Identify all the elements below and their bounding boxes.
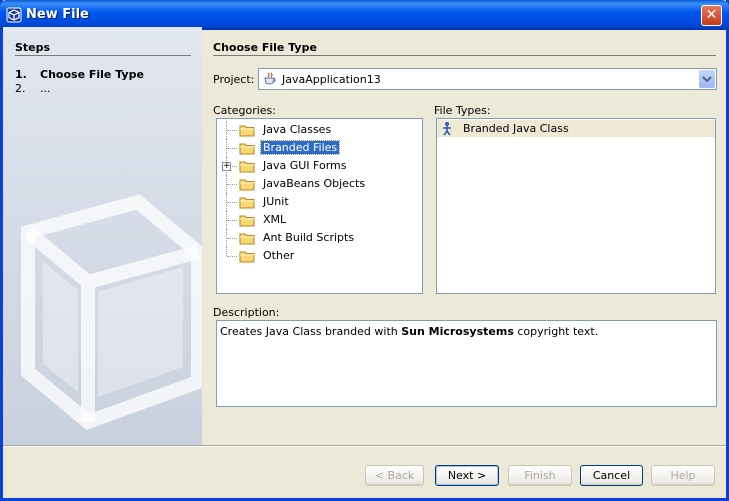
close-icon: ✕ bbox=[705, 7, 718, 23]
folder-icon bbox=[239, 142, 255, 158]
cancel-button[interactable]: Cancel bbox=[580, 465, 643, 486]
help-button[interactable]: Help bbox=[651, 465, 715, 486]
tree-connector bbox=[227, 202, 237, 203]
project-combo-box[interactable]: JavaApplication13 bbox=[258, 68, 717, 90]
tree-item-label: Ant Build Scripts bbox=[263, 231, 355, 244]
next-button[interactable]: Next > bbox=[435, 465, 499, 486]
description-text-end: copyright text. bbox=[513, 325, 599, 338]
chevron-down-icon bbox=[702, 76, 712, 83]
tree-connector bbox=[227, 130, 237, 131]
description-label: Description: bbox=[213, 306, 280, 319]
tree-connector bbox=[226, 247, 227, 256]
title-divider bbox=[213, 55, 716, 56]
tree-item[interactable]: Other bbox=[217, 247, 417, 265]
project-label: Project: bbox=[213, 73, 255, 86]
tree-connector bbox=[227, 238, 237, 239]
tree-item[interactable]: XML bbox=[217, 211, 417, 229]
new-file-dialog: New File ✕ Steps 1. Choose File Type 2...… bbox=[0, 0, 729, 501]
bean-figure-icon bbox=[443, 122, 451, 136]
finish-button[interactable]: Finish bbox=[508, 465, 572, 486]
tree-item-label: XML bbox=[263, 213, 287, 226]
expand-icon[interactable]: + bbox=[222, 162, 231, 171]
tree-item-label: JavaBeans Objects bbox=[263, 177, 366, 190]
file-types-list[interactable]: Branded Java Class bbox=[436, 118, 716, 294]
tree-connector bbox=[227, 148, 237, 149]
folder-icon bbox=[239, 124, 255, 140]
back-button[interactable]: < Back bbox=[365, 465, 424, 486]
folder-icon bbox=[239, 160, 255, 176]
file-type-label: Branded Java Class bbox=[463, 122, 569, 135]
project-value: JavaApplication13 bbox=[282, 73, 381, 86]
title-bar[interactable]: New File ✕ bbox=[0, 0, 729, 30]
categories-label: Categories: bbox=[213, 104, 276, 117]
window-title: New File bbox=[26, 7, 89, 22]
description-highlight: Sun Microsystems bbox=[401, 325, 514, 338]
folder-icon bbox=[239, 178, 255, 194]
tree-item-label: Java GUI Forms bbox=[263, 159, 347, 172]
folder-icon bbox=[239, 196, 255, 212]
tree-connector bbox=[227, 256, 237, 257]
tree-item-label: Other bbox=[263, 249, 295, 262]
steps-heading: Steps bbox=[15, 41, 51, 54]
step-label: Choose File Type bbox=[40, 68, 144, 81]
tree-item[interactable]: JUnit bbox=[217, 193, 417, 211]
netbeans-cube-icon bbox=[6, 7, 22, 23]
tree-item[interactable]: Branded Files bbox=[217, 139, 417, 157]
dropdown-button[interactable] bbox=[699, 70, 715, 88]
tree-connector bbox=[227, 220, 237, 221]
netbeans-watermark-icon bbox=[21, 194, 202, 430]
tree-item[interactable]: Ant Build Scripts bbox=[217, 229, 417, 247]
file-types-label: File Types: bbox=[434, 104, 491, 117]
tree-item-label: Java Classes bbox=[263, 123, 332, 136]
tree-item[interactable]: + Java GUI Forms bbox=[217, 157, 417, 175]
tree-connector bbox=[227, 184, 237, 185]
categories-tree[interactable]: Java Classes Branded Files + Java GUI Forms… bbox=[216, 118, 423, 294]
description-text-area: Creates Java Class branded with Sun Micr… bbox=[216, 320, 717, 407]
java-coffee-cup-icon bbox=[264, 72, 276, 85]
tree-item[interactable]: Java Classes bbox=[217, 121, 417, 139]
folder-icon bbox=[239, 232, 255, 248]
list-item[interactable]: Branded Java Class bbox=[437, 120, 715, 137]
page-title: Choose File Type bbox=[213, 41, 317, 54]
close-button[interactable]: ✕ bbox=[701, 5, 722, 26]
step-item-1: 1. Choose File Type bbox=[15, 68, 144, 81]
tree-item-label: Branded Files bbox=[259, 140, 341, 155]
folder-icon bbox=[239, 250, 255, 266]
step-label: ... bbox=[40, 82, 51, 95]
step-number: 1. bbox=[15, 68, 27, 81]
tree-item-label: JUnit bbox=[263, 195, 289, 208]
steps-divider bbox=[15, 55, 191, 56]
tree-item[interactable]: JavaBeans Objects bbox=[217, 175, 417, 193]
button-bar-divider bbox=[3, 445, 726, 447]
folder-icon bbox=[239, 214, 255, 230]
description-text: Creates Java Class branded with bbox=[220, 325, 402, 338]
step-number: 2. bbox=[15, 82, 26, 95]
step-item-2: 2.... bbox=[15, 82, 51, 95]
steps-panel: Steps 1. Choose File Type 2.... bbox=[3, 27, 202, 445]
